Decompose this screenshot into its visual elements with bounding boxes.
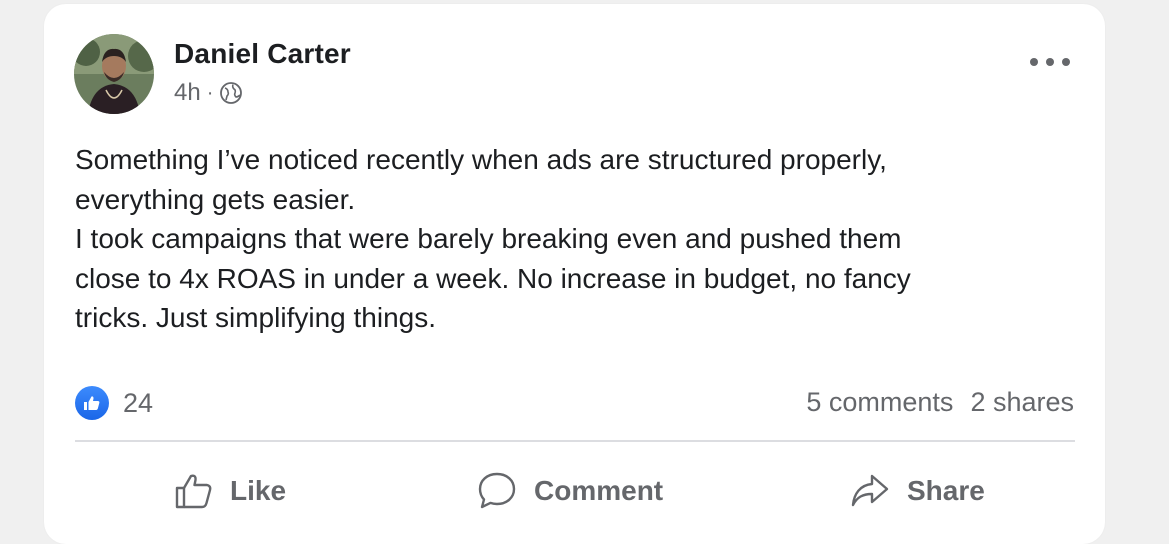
avatar-image	[74, 34, 154, 114]
like-button[interactable]: Like	[174, 466, 286, 516]
like-label: Like	[230, 475, 287, 506]
post-body: Something I’ve noticed recently when ads…	[75, 140, 1085, 338]
avatar[interactable]	[74, 34, 154, 114]
thumbs-up-icon	[175, 474, 212, 509]
post-line: I took campaigns that were barely breaki…	[75, 223, 902, 254]
more-dot	[1062, 58, 1070, 66]
more-options-icon[interactable]	[1030, 54, 1070, 70]
author-name[interactable]: Daniel Carter	[174, 38, 351, 70]
comments-count[interactable]: 5 comments	[806, 387, 953, 418]
comment-label: Comment	[534, 475, 664, 506]
post-timestamp[interactable]: 4h	[174, 79, 201, 107]
comment-button[interactable]: Comment	[476, 466, 663, 516]
share-button[interactable]: Share	[849, 466, 985, 516]
meta-separator: ·	[206, 81, 214, 104]
more-dot	[1030, 58, 1038, 66]
post-line: Something I’ve noticed recently when ads…	[75, 144, 887, 175]
more-dot	[1046, 58, 1054, 66]
divider	[75, 440, 1075, 442]
like-reaction-icon	[75, 386, 109, 420]
share-label: Share	[907, 475, 985, 506]
reactions-summary[interactable]: 24	[75, 386, 153, 420]
post-line: close to 4x ROAS in under a week. No inc…	[75, 262, 911, 294]
post-line: everything gets easier.	[75, 183, 356, 215]
reaction-count: 24	[123, 387, 154, 418]
shares-count[interactable]: 2 shares	[970, 387, 1074, 418]
comment-icon	[478, 472, 516, 509]
engagement-counts: 5 comments 2 shares	[789, 387, 1074, 418]
post-meta: 4h ·	[174, 79, 243, 107]
share-arrow-icon	[851, 474, 889, 507]
globe-icon[interactable]	[219, 81, 243, 105]
post-card: Daniel Carter 4h · Something I’ve notice…	[44, 4, 1105, 544]
post-line: tricks. Just simplifying things.	[75, 302, 436, 333]
